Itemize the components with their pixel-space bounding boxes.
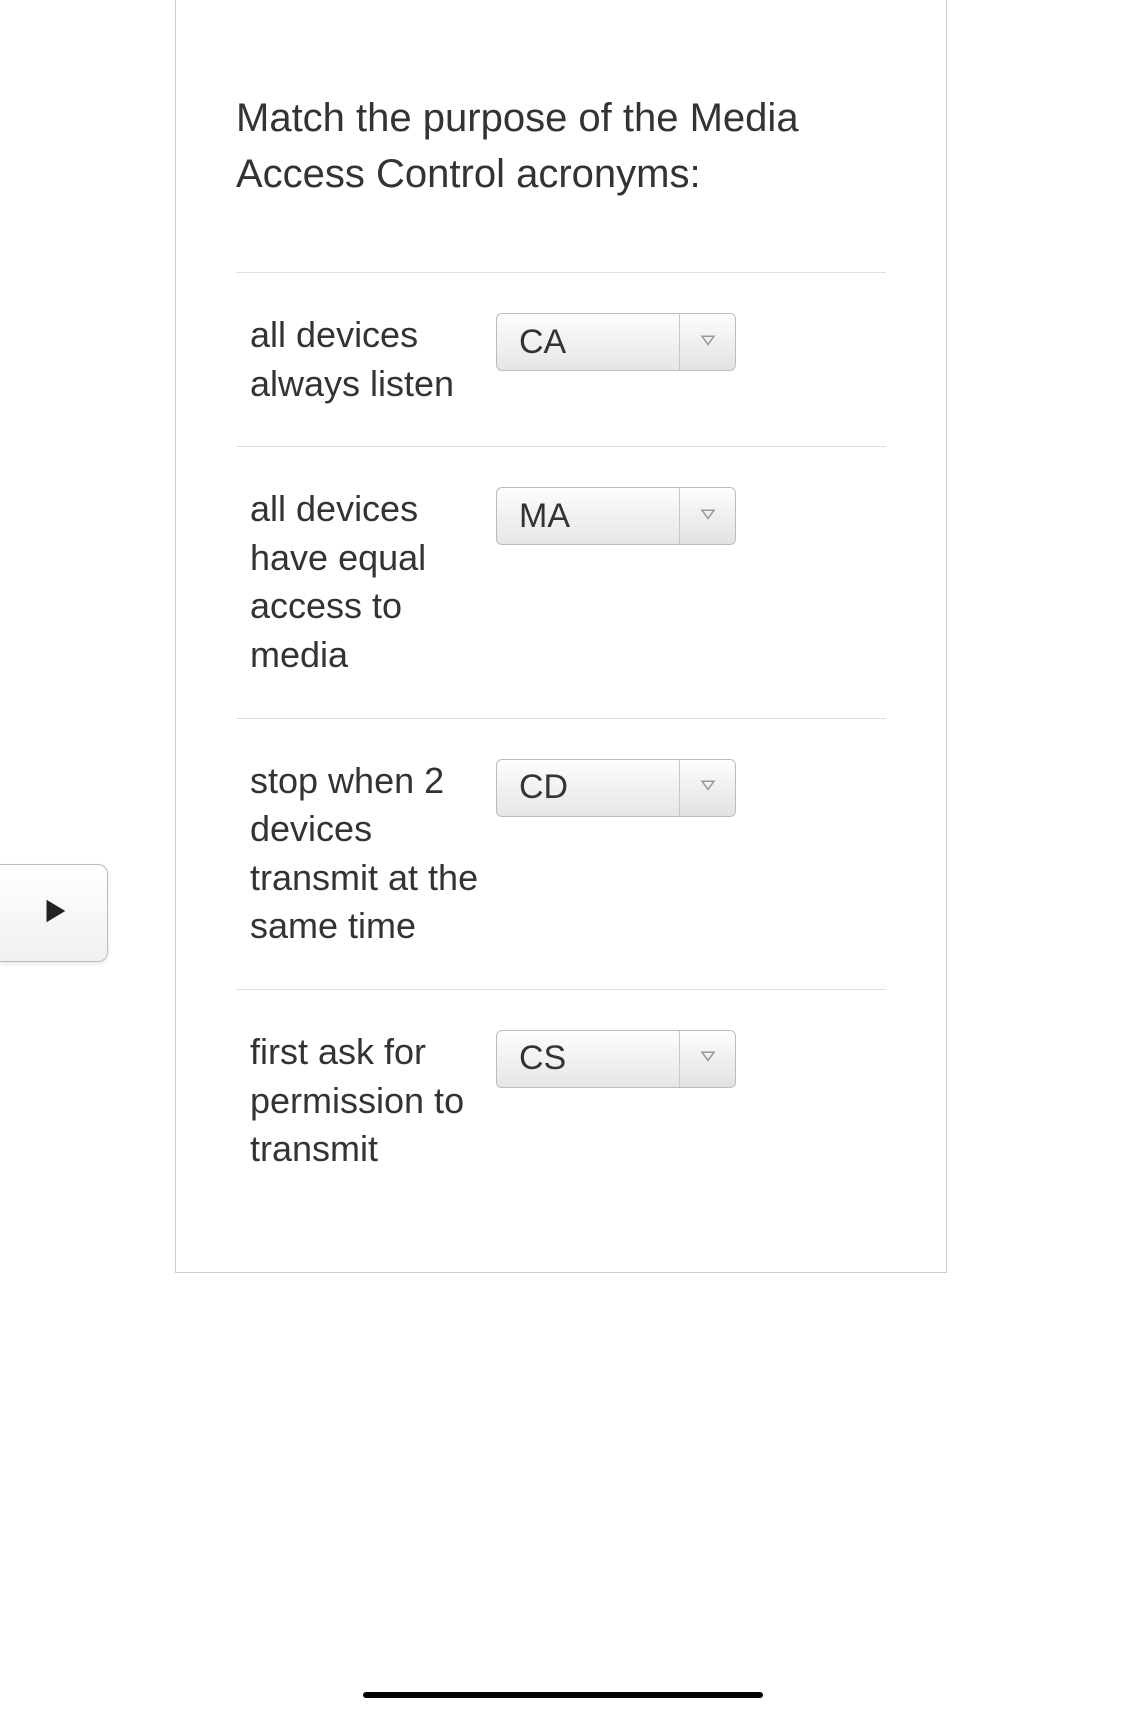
row-label: all devices always listen	[236, 311, 496, 408]
select-value: CA	[497, 323, 566, 362]
chevron-down-icon	[699, 505, 717, 528]
home-indicator	[363, 1692, 763, 1698]
dropdown-button[interactable]	[679, 488, 735, 544]
acronym-select[interactable]: CS	[496, 1030, 736, 1088]
match-row: all devices have equal access to media M…	[236, 446, 886, 717]
question-prompt: Match the purpose of the Media Access Co…	[236, 90, 886, 202]
select-value: MA	[497, 497, 570, 536]
acronym-select[interactable]: MA	[496, 487, 736, 545]
dropdown-button[interactable]	[679, 1031, 735, 1087]
match-row: first ask for permission to transmit CS	[236, 989, 886, 1212]
play-icon	[39, 896, 69, 931]
row-label: stop when 2 devices transmit at the same…	[236, 757, 496, 951]
question-card: Match the purpose of the Media Access Co…	[175, 0, 947, 1273]
chevron-down-icon	[699, 776, 717, 799]
dropdown-button[interactable]	[679, 760, 735, 816]
side-expand-tab[interactable]	[0, 864, 108, 962]
row-label: all devices have equal access to media	[236, 485, 496, 679]
match-row: stop when 2 devices transmit at the same…	[236, 718, 886, 989]
row-label: first ask for permission to transmit	[236, 1028, 496, 1174]
select-value: CS	[497, 1039, 566, 1078]
dropdown-button[interactable]	[679, 314, 735, 370]
chevron-down-icon	[699, 1047, 717, 1070]
match-row: all devices always listen CA	[236, 272, 886, 446]
acronym-select[interactable]: CD	[496, 759, 736, 817]
acronym-select[interactable]: CA	[496, 313, 736, 371]
select-value: CD	[497, 768, 568, 807]
chevron-down-icon	[699, 331, 717, 354]
